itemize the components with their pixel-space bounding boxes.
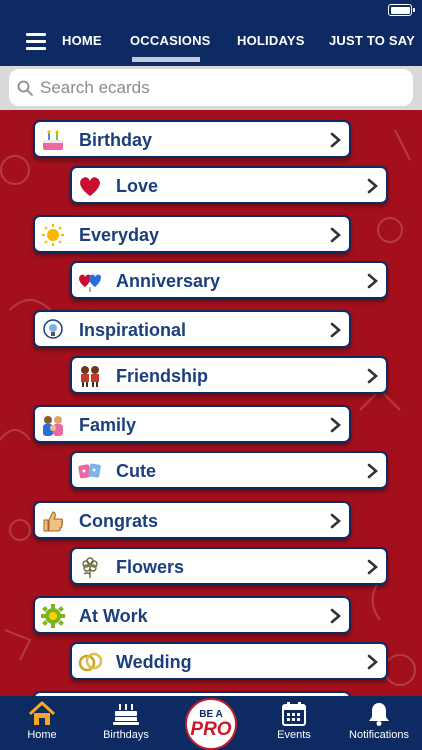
flower-icon — [77, 555, 103, 579]
nav-birthdays[interactable]: Birthdays — [94, 696, 158, 750]
category-label: Family — [79, 415, 137, 435]
active-tab-indicator — [132, 57, 200, 62]
be-a-pro-button[interactable]: BE A PRO — [185, 698, 237, 750]
category-friendship[interactable]: Friendship — [70, 356, 388, 394]
category-label: Inspirational — [79, 320, 187, 340]
category-wedding[interactable]: Wedding — [70, 642, 388, 680]
chevron-right-icon — [330, 608, 341, 624]
category-birthday[interactable]: Birthday — [33, 120, 351, 158]
category-everyday[interactable]: Everyday — [33, 215, 351, 253]
family-icon — [40, 413, 66, 437]
category-flowers[interactable]: Flowers — [70, 547, 388, 585]
category-label: Friendship — [116, 366, 209, 386]
birthday-cake-icon — [40, 128, 66, 152]
heart-icon — [77, 174, 103, 198]
nav-home[interactable]: Home — [20, 696, 64, 750]
chevron-right-icon — [367, 654, 378, 670]
search-input[interactable] — [40, 77, 380, 98]
calendar-icon — [282, 702, 306, 726]
cute-icon — [77, 459, 103, 483]
sun-icon — [40, 223, 66, 247]
cake-icon — [113, 704, 139, 725]
pro-line1: BE A — [199, 708, 223, 720]
chevron-right-icon — [330, 322, 341, 338]
app-header: HOME OCCASIONS HOLIDAYS JUST TO SAY — [0, 0, 422, 66]
category-anniversary[interactable]: Anniversary — [70, 261, 388, 299]
category-congrats[interactable]: Congrats — [33, 501, 351, 539]
menu-icon[interactable] — [26, 33, 46, 51]
search-icon — [17, 80, 33, 96]
tab-just-to-say[interactable]: JUST TO SAY — [329, 33, 415, 48]
category-label: Birthday — [79, 130, 153, 150]
category-label: Everyday — [79, 225, 160, 245]
category-label: At Work — [79, 606, 148, 626]
chevron-right-icon — [330, 513, 341, 529]
battery-icon — [388, 4, 415, 16]
search-box[interactable] — [9, 69, 413, 106]
thumbs-up-icon — [40, 509, 66, 533]
nav-events-label: Events — [277, 729, 311, 741]
tab-home[interactable]: HOME — [62, 33, 102, 48]
category-at-work[interactable]: At Work — [33, 596, 351, 634]
category-list[interactable]: Birthday Love Everyday Anniversary Inspi… — [0, 110, 422, 696]
search-bar — [0, 66, 422, 110]
tab-holidays[interactable]: HOLIDAYS — [237, 33, 305, 48]
nav-events[interactable]: Events — [270, 696, 318, 750]
pro-line2: PRO — [190, 718, 232, 740]
category-love[interactable]: Love — [70, 166, 388, 204]
category-label: Flowers — [116, 557, 185, 577]
tab-occasions[interactable]: OCCASIONS — [130, 33, 211, 48]
category-label: Love — [116, 176, 159, 196]
category-family[interactable]: Family — [33, 405, 351, 443]
category-label: Congrats — [79, 511, 159, 531]
bell-icon — [369, 703, 389, 726]
category-label: Cute — [116, 461, 156, 481]
chevron-right-icon — [330, 227, 341, 243]
nav-birthdays-label: Birthdays — [103, 729, 149, 741]
nav-home-label: Home — [27, 729, 57, 741]
nav-notifications[interactable]: Notifications — [340, 696, 418, 750]
chevron-right-icon — [330, 417, 341, 433]
rings-icon — [77, 650, 103, 674]
chevron-right-icon — [367, 463, 378, 479]
category-inspirational[interactable]: Inspirational — [33, 310, 351, 348]
chevron-right-icon — [367, 559, 378, 575]
house-icon — [28, 701, 56, 725]
chevron-right-icon — [367, 368, 378, 384]
chevron-right-icon — [330, 132, 341, 148]
chevron-right-icon — [367, 273, 378, 289]
hearts-icon — [77, 269, 103, 293]
chevron-right-icon — [367, 178, 378, 194]
category-cute[interactable]: Cute — [70, 451, 388, 489]
category-label: Anniversary — [116, 271, 221, 291]
category-label: Wedding — [116, 652, 192, 672]
gear-icon — [40, 604, 66, 628]
nav-notifications-label: Notifications — [349, 729, 409, 741]
lightbulb-icon — [40, 318, 66, 342]
friends-icon — [77, 364, 103, 388]
